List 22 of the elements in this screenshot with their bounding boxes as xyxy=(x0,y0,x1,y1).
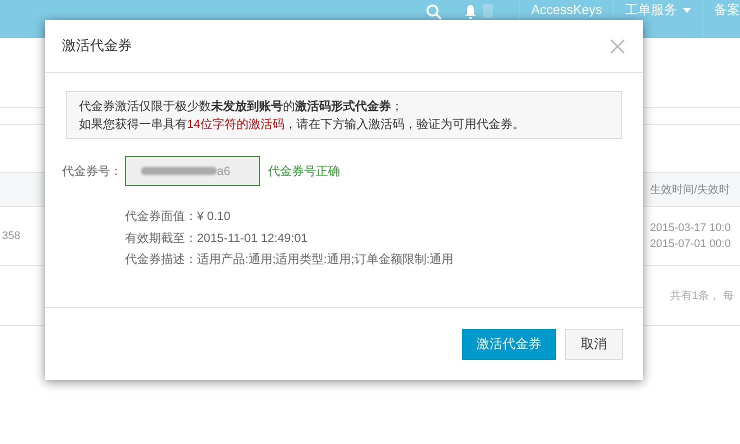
detail-text: 代金券面值：¥ 0.10 xyxy=(125,208,232,225)
search-icon[interactable] xyxy=(426,4,442,20)
pagination-text: 共有1条， 每 xyxy=(670,289,736,303)
close-icon[interactable] xyxy=(610,38,625,54)
caret-icon xyxy=(683,8,691,13)
column-header: 生效时间/失效时 xyxy=(650,183,732,197)
nav-link[interactable]: 备案 xyxy=(702,0,740,38)
table-cell: 358 xyxy=(2,230,20,242)
dialog-title: 激活代金券 xyxy=(62,37,132,55)
detail-text: 有效期截至：2015-11-01 12:49:01 xyxy=(125,230,309,246)
table-cell-text: 2015-03-17 10:0 xyxy=(650,221,732,236)
table-cell-text: 2015-07-01 00:0 xyxy=(650,237,732,252)
cancel-button[interactable]: 取消 xyxy=(565,328,623,360)
voucher-code-field[interactable]: a6 xyxy=(125,156,260,186)
notice-text: 如果您获得一串具有14位字符的激活码，请在下方输入激活码，验证为可用代金券。 xyxy=(79,116,526,133)
activate-button[interactable]: 激活代金券 xyxy=(462,328,556,360)
bell-icon[interactable] xyxy=(464,4,478,19)
field-label: 代金券号： xyxy=(62,162,123,180)
notification-badge xyxy=(483,4,494,18)
validation-message: 代金券号正确 xyxy=(268,162,340,180)
notice-text: 代金券激活仅限于极少数未发放到账号的激活码形式代金券； xyxy=(79,98,404,115)
detail-text: 代金券描述：适用产品:通用;适用类型:通用;订单金额限制:通用 xyxy=(125,251,455,268)
